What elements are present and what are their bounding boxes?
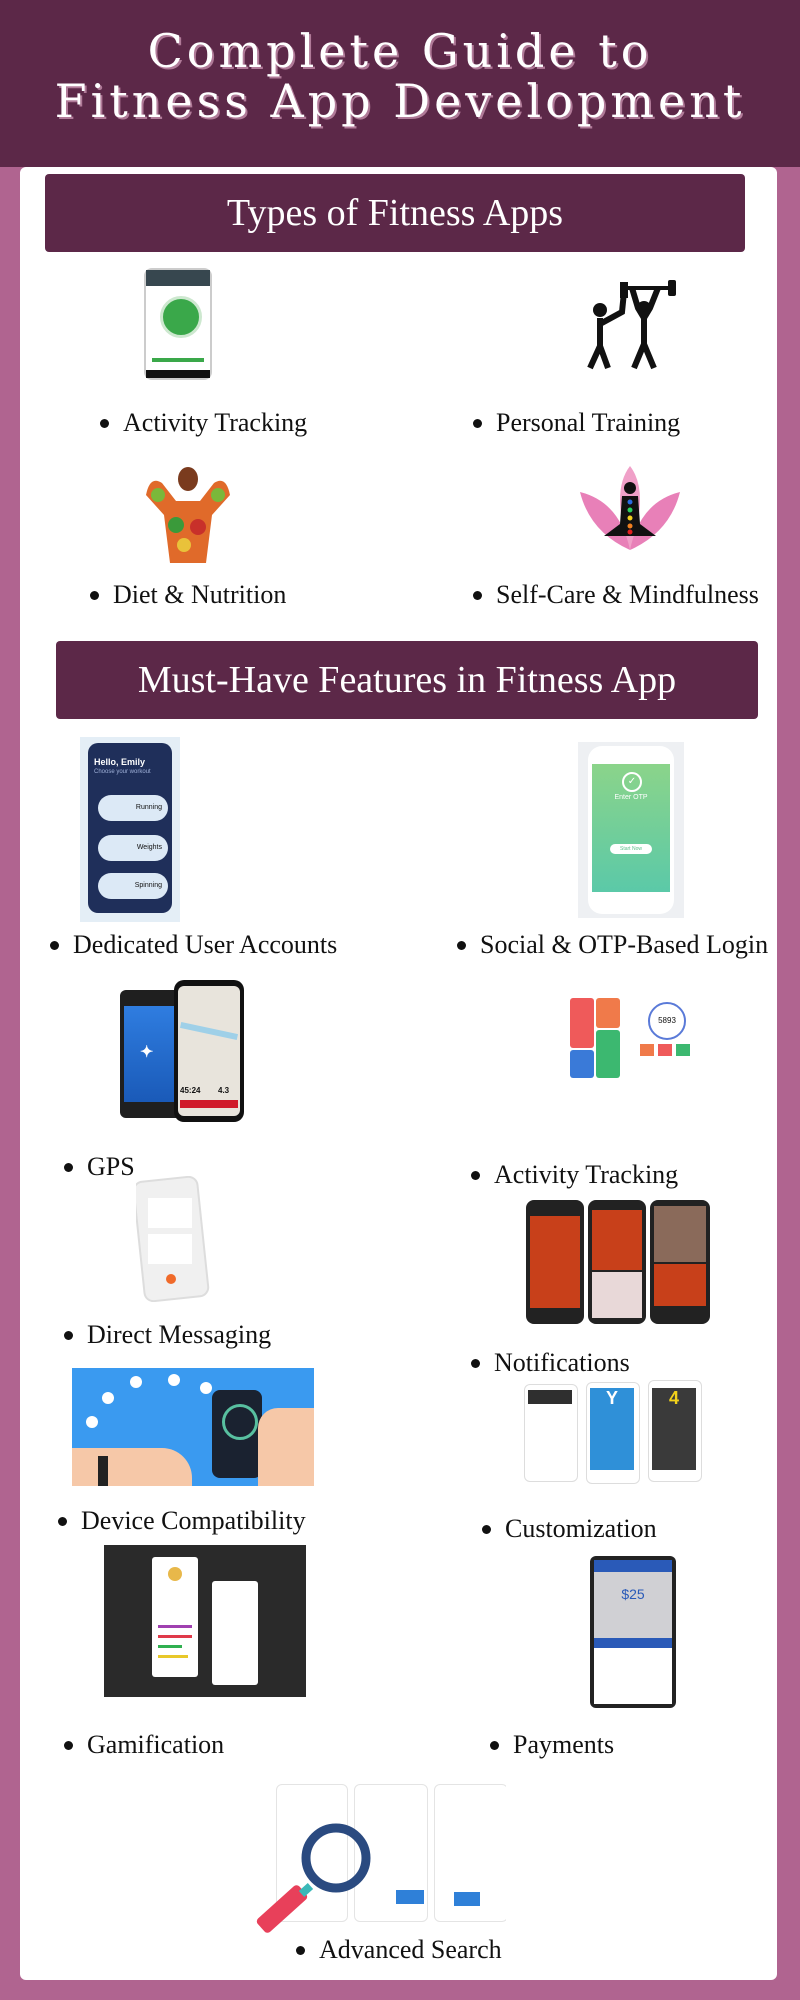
feature-item-gps: GPS xyxy=(64,1152,135,1182)
activity-dashboard-image: 5893 xyxy=(566,980,696,1104)
bullet-icon xyxy=(58,1516,67,1526)
diet-nutrition-image xyxy=(136,465,240,565)
bullet-icon xyxy=(50,940,59,950)
type-item-self-care: Self-Care & Mindfulness xyxy=(473,580,759,610)
feature-item-notifications: Notifications xyxy=(471,1348,630,1378)
bullet-icon xyxy=(482,1524,491,1534)
meditation-image xyxy=(570,462,690,556)
magnifier-icon xyxy=(256,1823,371,1933)
feature-item-gamification: Gamification xyxy=(64,1730,224,1760)
advanced-search-image xyxy=(256,1780,506,1940)
bullet-icon xyxy=(473,590,482,600)
bullet-icon xyxy=(471,1358,480,1368)
section-banner-types: Types of Fitness Apps xyxy=(45,174,745,252)
feature-item-customization: Customization xyxy=(482,1514,657,1544)
header: Complete Guide to Fitness App Developmen… xyxy=(0,0,800,167)
bullet-icon xyxy=(64,1330,73,1340)
bullet-icon xyxy=(64,1162,73,1172)
bullet-icon xyxy=(64,1740,73,1750)
check-icon: ✓ xyxy=(622,772,642,792)
type-item-personal-training: Personal Training xyxy=(473,408,680,438)
device-compatibility-image xyxy=(72,1368,314,1486)
bullet-icon xyxy=(490,1740,499,1750)
otp-login-image: ✓ Enter OTP Start Now xyxy=(578,742,684,918)
user-accounts-image: Hello, Emily Choose your workout Running… xyxy=(80,737,180,922)
feature-item-advanced-search: Advanced Search xyxy=(296,1935,502,1965)
bullet-icon xyxy=(473,418,482,428)
type-item-diet-nutrition: Diet & Nutrition xyxy=(90,580,286,610)
bullet-icon xyxy=(100,418,109,428)
messaging-image xyxy=(136,1176,218,1302)
activity-tracking-phones-image xyxy=(526,1200,712,1324)
bullet-icon xyxy=(296,1945,305,1955)
feature-item-user-accounts: Dedicated User Accounts xyxy=(50,930,337,960)
bullet-icon xyxy=(90,590,99,600)
activity-tracking-app-image xyxy=(144,268,212,380)
personal-training-icon xyxy=(582,278,678,370)
notifications-image: Y 4 xyxy=(522,1380,702,1484)
section-banner-features: Must-Have Features in Fitness App xyxy=(56,641,758,719)
feature-item-payments: Payments xyxy=(490,1730,614,1760)
feature-item-direct-messaging: Direct Messaging xyxy=(64,1320,271,1350)
bullet-icon xyxy=(457,940,466,950)
gamification-image xyxy=(104,1545,306,1697)
gps-image: ✦ 45:24 4.3 xyxy=(118,978,246,1124)
payments-image: $25 xyxy=(590,1556,676,1708)
type-item-activity-tracking: Activity Tracking xyxy=(100,408,307,438)
bullet-icon xyxy=(471,1170,480,1180)
feature-item-otp-login: Social & OTP-Based Login xyxy=(457,930,768,960)
feature-item-activity-tracking: Activity Tracking xyxy=(471,1160,678,1190)
feature-item-device-compatibility: Device Compatibility xyxy=(58,1506,306,1536)
page-title: Complete Guide to Fitness App Developmen… xyxy=(54,24,746,128)
